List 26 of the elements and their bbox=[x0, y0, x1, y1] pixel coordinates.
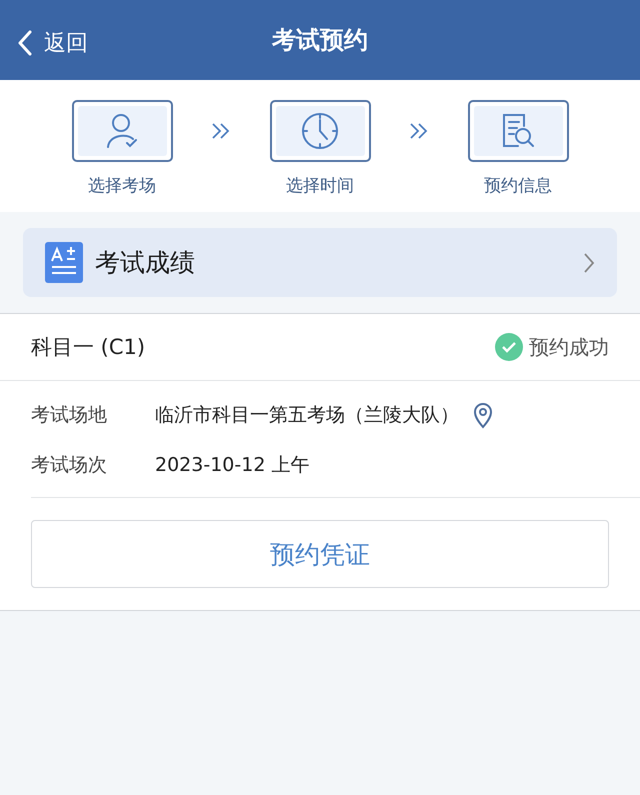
step-icon-box[interactable] bbox=[72, 100, 172, 162]
exam-score-card[interactable]: 考试成绩 bbox=[23, 228, 617, 297]
step-label: 选择考场 bbox=[88, 175, 156, 197]
detail-label: 考试场次 bbox=[31, 453, 108, 478]
double-chevron-icon bbox=[211, 122, 231, 140]
chevron-right-icon bbox=[583, 252, 595, 274]
back-button[interactable]: 返回 bbox=[18, 28, 88, 58]
status-label: 预约成功 bbox=[529, 334, 609, 360]
back-chevron-icon bbox=[18, 30, 32, 56]
detail-label: 考试场地 bbox=[31, 403, 108, 428]
page-title: 考试预约 bbox=[272, 25, 368, 56]
clock-icon bbox=[301, 112, 339, 150]
grade-icon bbox=[45, 242, 83, 283]
step-icon-box[interactable] bbox=[270, 100, 370, 162]
check-circle-icon bbox=[495, 333, 523, 361]
step-label: 预约信息 bbox=[484, 175, 552, 197]
detail-value: 临沂市科目一第五考场（兰陵大队） bbox=[155, 403, 459, 428]
detail-value: 2023-10-12 上午 bbox=[155, 453, 310, 478]
double-chevron-icon bbox=[409, 122, 429, 140]
step-label: 选择时间 bbox=[286, 175, 354, 197]
document-search-icon bbox=[500, 112, 536, 150]
location-pin-icon[interactable] bbox=[473, 402, 493, 428]
booking-voucher-button[interactable]: 预约凭证 bbox=[31, 520, 609, 588]
user-check-icon bbox=[105, 113, 139, 149]
subject-title: 科目一 (C1) bbox=[31, 334, 146, 361]
step-icon-box[interactable] bbox=[468, 100, 568, 162]
